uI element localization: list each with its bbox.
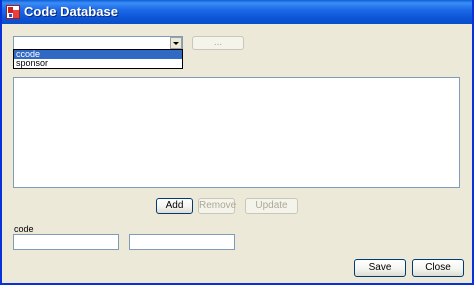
add-button[interactable]: Add: [156, 198, 193, 214]
dropdown-option-sponsor[interactable]: sponsor: [14, 59, 182, 68]
remove-button-label: Remove: [199, 200, 237, 211]
close-button[interactable]: Close: [412, 259, 464, 277]
browse-button-label: ...: [213, 37, 223, 48]
title-bar[interactable]: Code Database: [2, 0, 472, 24]
update-button[interactable]: Update: [245, 198, 298, 214]
code-input[interactable]: [13, 234, 119, 250]
records-list[interactable]: [13, 77, 460, 188]
app-logo-icon: [6, 5, 20, 19]
type-combobox[interactable]: [13, 36, 183, 50]
close-button-label: Close: [425, 262, 451, 273]
code-description-input[interactable]: [129, 234, 235, 250]
add-button-label: Add: [165, 200, 184, 211]
dropdown-arrow-button[interactable]: [170, 37, 182, 49]
remove-button[interactable]: Remove: [198, 198, 237, 214]
browse-button[interactable]: ...: [192, 36, 244, 50]
window-title: Code Database: [24, 4, 118, 19]
code-label: code: [14, 224, 34, 234]
save-button-label: Save: [368, 262, 392, 273]
update-button-label: Update: [255, 200, 288, 211]
chevron-down-icon: [173, 42, 179, 45]
save-button[interactable]: Save: [354, 259, 406, 277]
code-database-window: Code Database ... Add Remove Update code…: [0, 0, 474, 285]
type-dropdown-list[interactable]: ccode sponsor: [13, 49, 183, 69]
